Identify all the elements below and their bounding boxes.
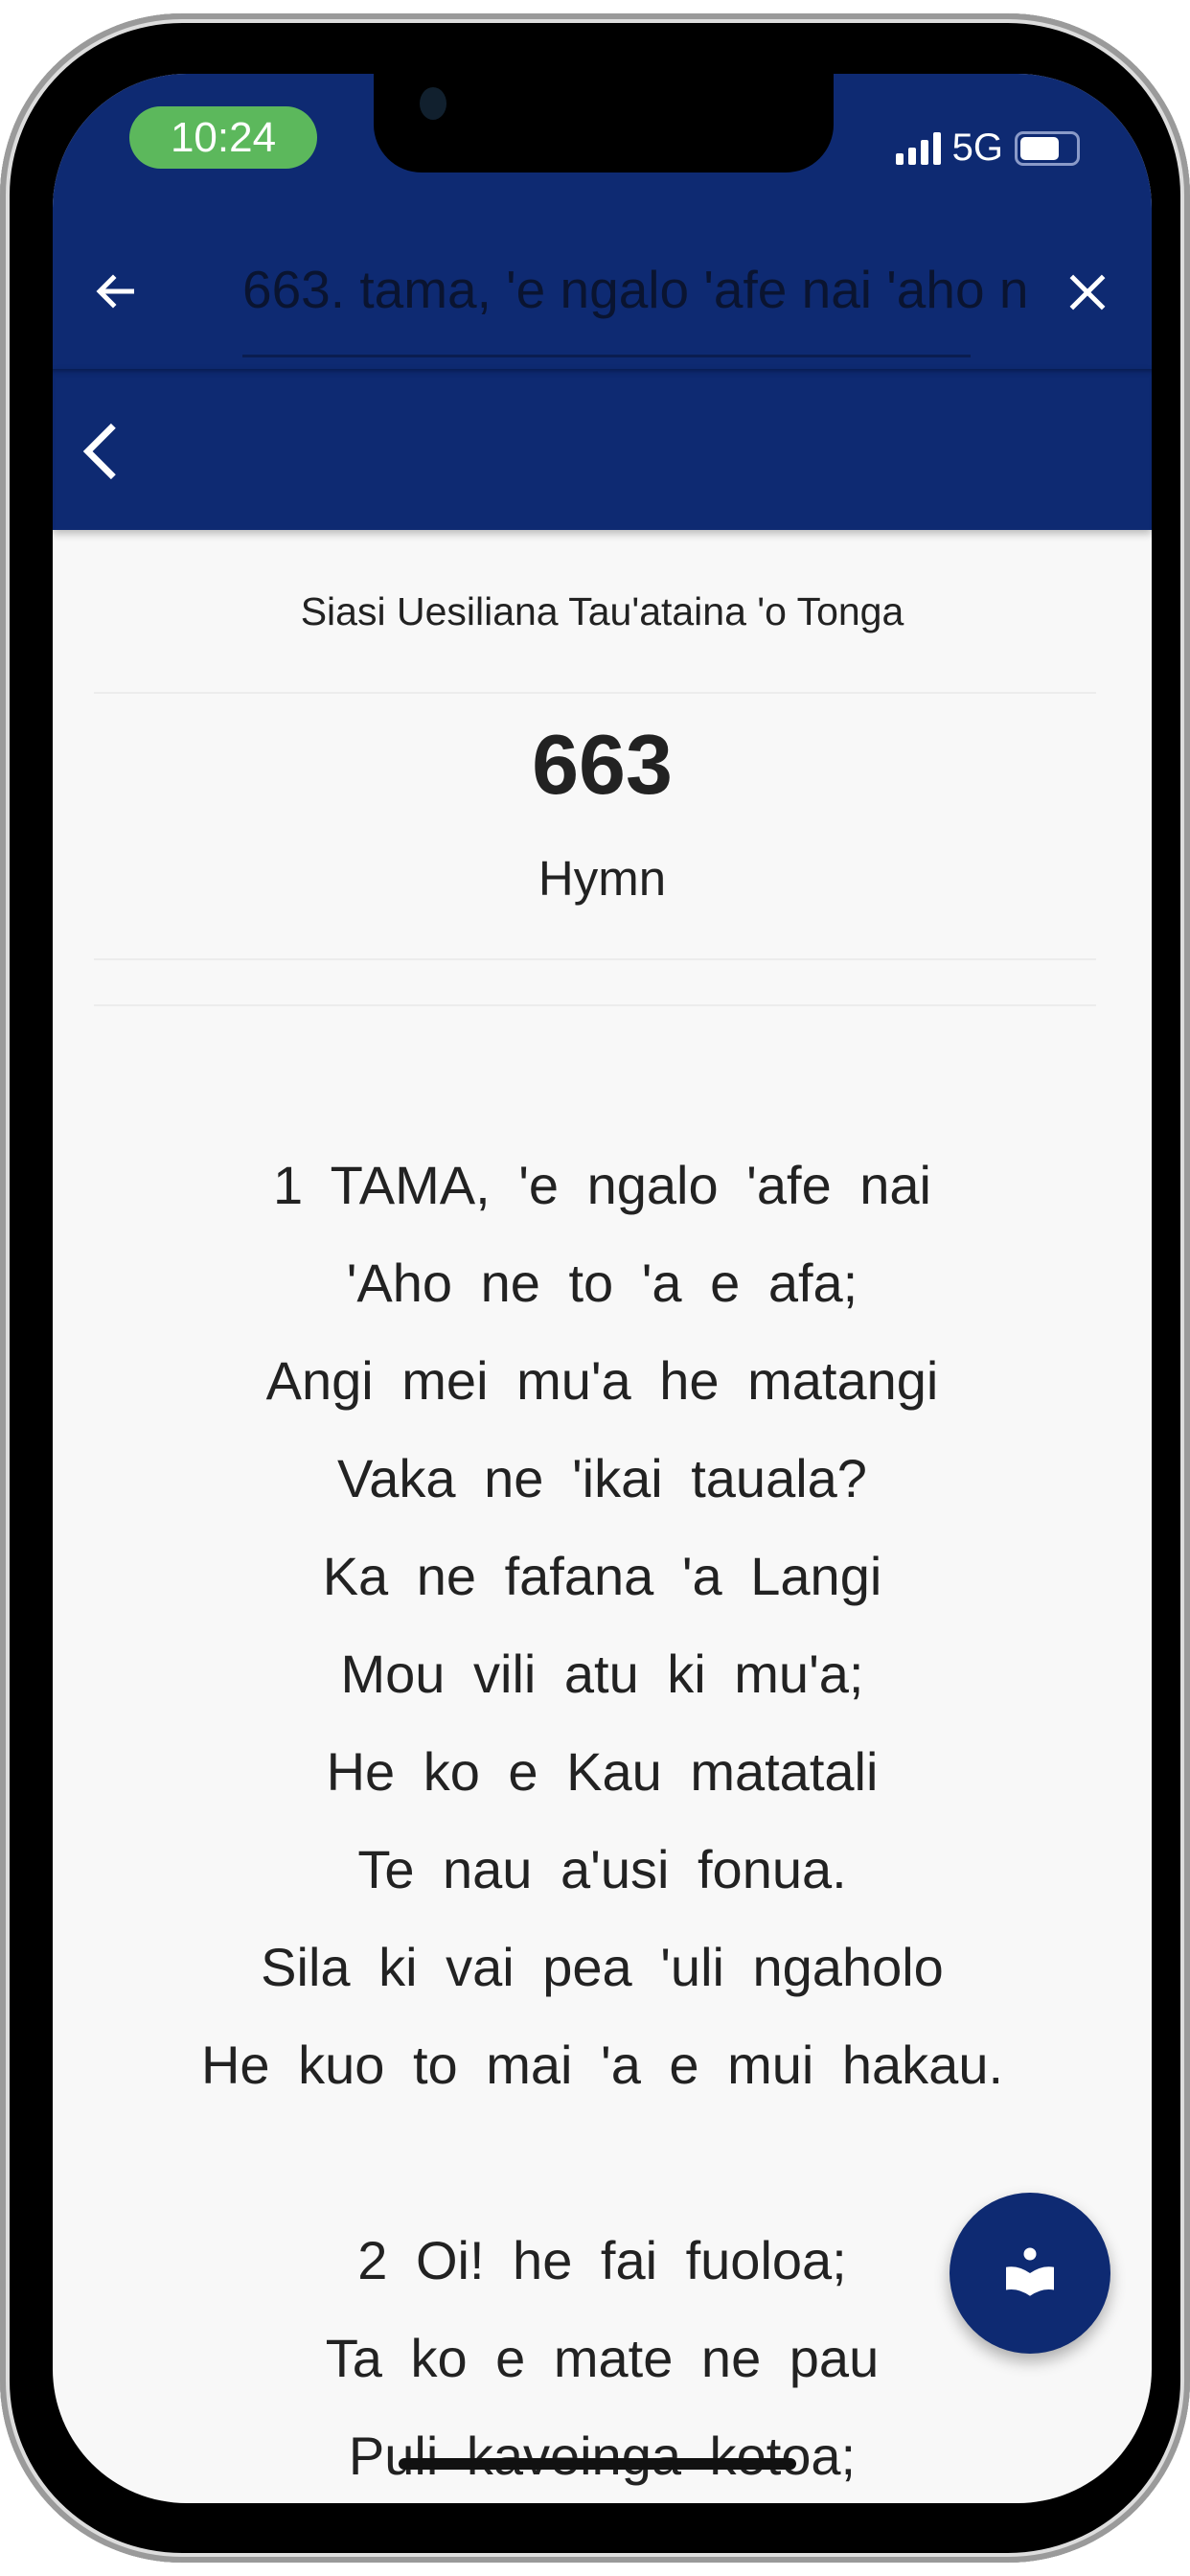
signal-icon bbox=[895, 131, 941, 165]
search-title-input[interactable]: 663. tama, 'e ngalo 'afe nai 'aho ne to … bbox=[242, 256, 1028, 323]
lyric-line: He ko e Kau matatali bbox=[326, 1741, 879, 1802]
arrow-left-icon[interactable] bbox=[91, 265, 143, 317]
reading-mode-button[interactable] bbox=[950, 2193, 1110, 2354]
church-name: Siasi Uesiliana Tau'ataina 'o Tonga bbox=[300, 589, 904, 633]
title-underline bbox=[242, 355, 971, 357]
lyric-line: He kuo to mai 'a e mui hakau. bbox=[200, 2035, 1004, 2095]
lyric-line: Ka ne fafana 'a Langi bbox=[322, 1546, 882, 1606]
lyric-line: Vaka ne 'ikai tauala? bbox=[337, 1448, 867, 1508]
status-icons: 5G bbox=[895, 126, 1080, 170]
divider bbox=[94, 958, 1096, 960]
secondary-app-bar bbox=[53, 369, 1152, 530]
reading-book-icon bbox=[1006, 2247, 1054, 2296]
chevron-left-icon[interactable] bbox=[80, 421, 122, 482]
divider bbox=[94, 1004, 1096, 1006]
home-indicator[interactable] bbox=[399, 2458, 796, 2470]
battery-icon bbox=[1015, 130, 1080, 166]
lyric-line: 'Aho ne to 'a e afa; bbox=[346, 1253, 858, 1313]
lyric-line: Angi mei mu'a he matangi bbox=[265, 1350, 939, 1411]
lyric-line: 1 TAMA, 'e ngalo 'afe nai bbox=[272, 1155, 931, 1215]
status-time: 10:24 bbox=[129, 106, 317, 169]
screen: 10:24 5G 663. tama, 'e ngalo 'afe nai 'a… bbox=[53, 74, 1152, 2503]
lyric-line: Sila ki vai pea 'uli ngaholo bbox=[261, 1937, 944, 1997]
divider bbox=[94, 692, 1096, 694]
camera bbox=[420, 87, 446, 120]
hymn-type: Hymn bbox=[538, 851, 667, 906]
lyric-line: Mou vili atu ki mu'a; bbox=[340, 1644, 864, 1704]
hymn-number: 663 bbox=[532, 717, 673, 812]
lyric-line: Puli kaveinga kotoa; bbox=[348, 2426, 857, 2486]
close-icon[interactable] bbox=[1064, 268, 1111, 316]
notch bbox=[374, 74, 834, 172]
lyric-line: Te nau a'usi fonua. bbox=[357, 1839, 847, 1899]
network-label: 5G bbox=[951, 126, 1003, 169]
